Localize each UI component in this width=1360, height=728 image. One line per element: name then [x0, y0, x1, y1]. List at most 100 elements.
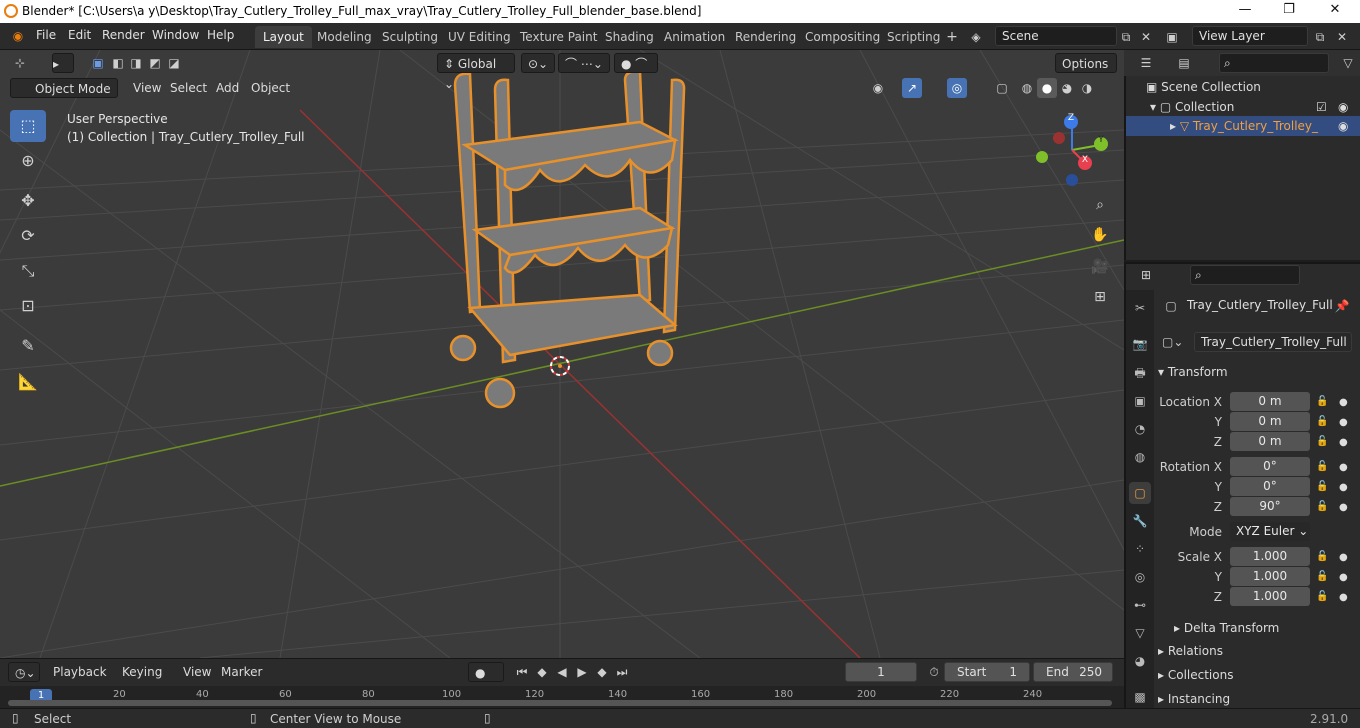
relations-panel-header[interactable]: ▸ Relations [1158, 640, 1356, 662]
menu-keying[interactable]: Keying [116, 662, 168, 682]
auto-keying-icon[interactable]: ● ⌄ [468, 662, 504, 700]
object-data-tab-icon[interactable]: ▽ [1129, 622, 1151, 644]
object-datablock-icon[interactable]: ▢⌄ [1162, 332, 1183, 352]
lock-icon[interactable]: 🔓 [1316, 416, 1328, 427]
end-frame-field[interactable]: End 250 [1033, 662, 1113, 682]
keyframe-dot-icon[interactable]: ● [1339, 552, 1348, 563]
maximize-button[interactable]: ❐ [1274, 2, 1304, 20]
lock-icon[interactable]: 🔓 [1316, 481, 1328, 492]
keyframe-dot-icon[interactable]: ● [1339, 462, 1348, 473]
keyframe-dot-icon[interactable]: ● [1339, 572, 1348, 583]
location-y-field[interactable]: 0 m [1230, 412, 1310, 431]
xray-toggle-icon[interactable]: ▢ [992, 78, 1012, 98]
menu-object[interactable]: Object [245, 78, 296, 98]
play-icon[interactable]: ▶ [572, 662, 592, 682]
next-keyframe-icon[interactable]: ◆ [592, 662, 612, 682]
tab-layout[interactable]: Layout [255, 26, 312, 48]
filter-icon[interactable]: ▽ [1338, 53, 1358, 73]
tab-sculpting[interactable]: Sculpting [374, 26, 446, 48]
pin-icon[interactable]: 📌 [1332, 296, 1352, 316]
view-layer-field[interactable]: View Layer [1192, 26, 1308, 46]
lock-icon[interactable]: 🔓 [1316, 501, 1328, 512]
select-box-tool-icon[interactable]: ⬚ [10, 110, 46, 142]
camera-view-icon[interactable]: 🎥 [1087, 254, 1113, 280]
tab-modeling[interactable]: Modeling [309, 26, 380, 48]
scene-tab-icon[interactable]: ◔ [1129, 418, 1151, 440]
outliner-row-scene-collection[interactable]: ▣ Scene Collection [1126, 77, 1360, 97]
tool-tab-icon[interactable]: ✂ [1129, 297, 1151, 319]
options-dropdown[interactable]: Options ⌄ [1055, 53, 1117, 91]
render-tab-icon[interactable]: 📷 [1129, 333, 1151, 355]
scale-y-field[interactable]: 1.000 [1230, 567, 1310, 586]
visibility-eye-icon[interactable]: ◉ [868, 78, 888, 98]
select-mode-set-icon[interactable]: ▣ [88, 53, 108, 73]
select-mode-intersect-icon[interactable]: ◪ [164, 53, 184, 73]
timeline-scrollbar[interactable] [8, 700, 1112, 706]
remove-view-layer-icon[interactable]: ✕ [1332, 27, 1352, 47]
constraints-tab-icon[interactable]: ⊷ [1129, 594, 1151, 616]
outliner-row-trolley[interactable]: ▸ ▽ Tray_Cutlery_Trolley_ ◉ [1126, 116, 1360, 136]
pivot-point-icon[interactable]: ⊙⌄ [521, 53, 555, 73]
menu-marker[interactable]: Marker [215, 662, 268, 682]
play-reverse-icon[interactable]: ◀ [552, 662, 572, 682]
jump-end-icon[interactable]: ⏭ [612, 662, 632, 682]
stopwatch-icon[interactable]: ⏱ [924, 662, 944, 682]
outliner-editor-icon[interactable]: ☰ [1136, 53, 1156, 73]
rotate-tool-icon[interactable]: ⟳ [10, 220, 46, 252]
timeline-ruler[interactable]: 1 20 40 60 80 100 120 140 160 180 200 22… [0, 686, 1124, 708]
scene-field[interactable]: Scene [995, 26, 1117, 46]
measure-tool-icon[interactable]: 📐 [10, 366, 46, 398]
keyframe-dot-icon[interactable]: ● [1339, 482, 1348, 493]
scene-icon[interactable]: ◈ [966, 27, 986, 47]
modifier-tab-icon[interactable]: 🔧 [1129, 510, 1151, 532]
properties-editor-icon[interactable]: ⊞ [1136, 265, 1156, 285]
perspective-toggle-icon[interactable]: ⊞ [1087, 284, 1113, 310]
prev-keyframe-icon[interactable]: ◆ [532, 662, 552, 682]
pan-hand-icon[interactable]: ✋ [1087, 222, 1113, 248]
material-tab-icon[interactable]: ◕ [1129, 650, 1151, 672]
physics-tab-icon[interactable]: ◎ [1129, 566, 1151, 588]
transform-tool-icon[interactable]: ⊡ [10, 290, 46, 322]
proportional-editing-icon[interactable]: ● ⌒ [614, 53, 658, 73]
visibility-eye-icon[interactable]: ◉ [1338, 97, 1348, 117]
menu-view[interactable]: View [127, 78, 167, 98]
minimize-button[interactable]: — [1230, 2, 1260, 20]
menu-add[interactable]: Add [210, 78, 245, 98]
menu-edit[interactable]: Edit [68, 28, 91, 42]
menu-render[interactable]: Render [102, 28, 145, 42]
instancing-panel-header[interactable]: ▸ Instancing [1158, 688, 1356, 706]
tab-uv-editing[interactable]: UV Editing [440, 26, 519, 48]
scale-x-field[interactable]: 1.000 [1230, 547, 1310, 566]
menu-playback[interactable]: Playback [47, 662, 113, 682]
tab-rendering[interactable]: Rendering [727, 26, 804, 48]
gizmo-toggle-icon[interactable]: ↗ [902, 78, 922, 98]
mode-dropdown[interactable]: Object Mode ⌄ [10, 78, 118, 116]
wireframe-shading-icon[interactable]: ◍ [1017, 78, 1037, 98]
move-tool-icon[interactable]: ✥ [10, 185, 46, 217]
editor-type-icon[interactable]: ⊹ [10, 53, 30, 73]
scale-tool-icon[interactable]: ⤡ [10, 255, 46, 287]
menu-select[interactable]: Select [164, 78, 213, 98]
world-tab-icon[interactable]: ◍ [1129, 446, 1151, 468]
keyframe-dot-icon[interactable]: ● [1339, 437, 1348, 448]
remove-scene-icon[interactable]: ✕ [1136, 27, 1156, 47]
delta-transform-header[interactable]: ▸ Delta Transform [1174, 617, 1360, 639]
tab-scripting[interactable]: Scripting [879, 26, 948, 48]
texture-tab-icon[interactable]: ▩ [1129, 686, 1151, 708]
add-workspace-icon[interactable]: + [942, 27, 962, 47]
rotation-y-field[interactable]: 0° [1230, 477, 1310, 496]
select-box-tool-icon[interactable]: ▸ [52, 53, 74, 73]
cursor-tool-icon[interactable]: ⊕ [10, 145, 46, 177]
outliner-search-input[interactable]: ⌕ [1219, 53, 1329, 73]
close-button[interactable]: ✕ [1320, 2, 1350, 20]
output-tab-icon[interactable]: 🖶 [1129, 362, 1151, 384]
keyframe-dot-icon[interactable]: ● [1339, 397, 1348, 408]
rendered-shading-icon[interactable]: ◑ [1077, 78, 1097, 98]
particles-tab-icon[interactable]: ⁘ [1129, 538, 1151, 560]
lock-icon[interactable]: 🔓 [1316, 571, 1328, 582]
blender-menu-icon[interactable]: ◉ [8, 26, 28, 46]
material-shading-icon[interactable]: ◕ [1057, 78, 1077, 98]
start-frame-field[interactable]: Start 1 [944, 662, 1030, 682]
keyframe-dot-icon[interactable]: ● [1339, 417, 1348, 428]
tab-shading[interactable]: Shading [597, 26, 662, 48]
